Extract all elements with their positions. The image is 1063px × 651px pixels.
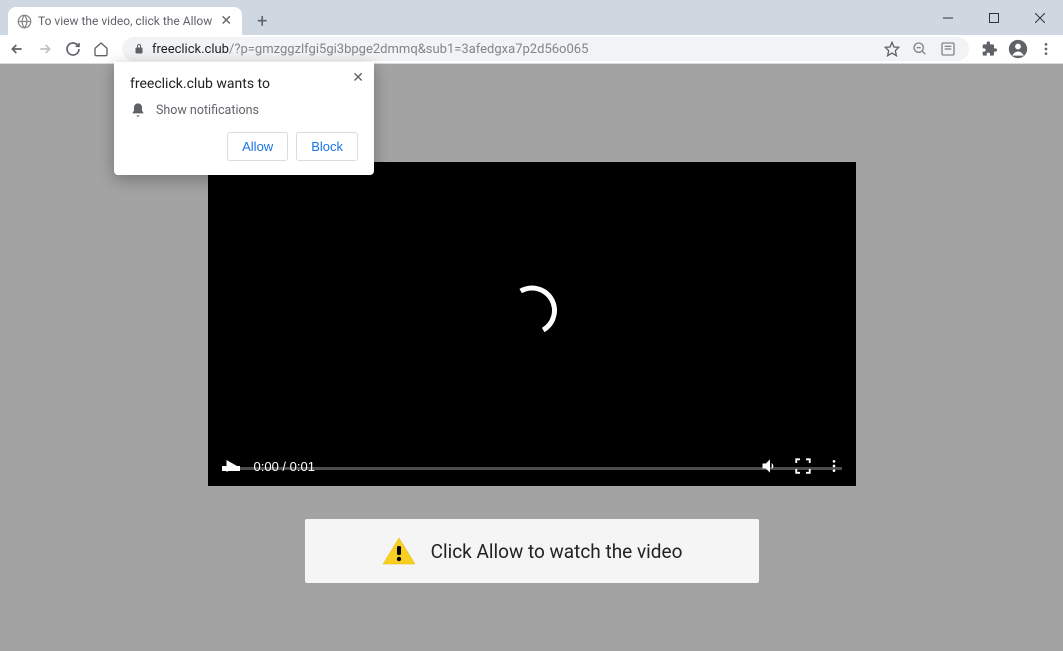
video-player[interactable]: 0:00 / 0:01 bbox=[208, 162, 856, 486]
warning-icon bbox=[381, 536, 417, 566]
address-bar[interactable]: freeclick.club/?p=gmzggzlfgi5gi3bpge2dmm… bbox=[122, 37, 969, 61]
fullscreen-button[interactable] bbox=[794, 457, 812, 475]
popup-title: freeclick.club wants to bbox=[130, 76, 358, 92]
allow-button[interactable]: Allow bbox=[227, 132, 288, 161]
video-controls: 0:00 / 0:01 bbox=[208, 446, 856, 486]
globe-icon bbox=[16, 13, 32, 29]
bell-icon bbox=[130, 102, 146, 118]
back-button[interactable] bbox=[6, 38, 28, 60]
video-time-display: 0:00 / 0:01 bbox=[254, 459, 315, 474]
video-more-icon[interactable] bbox=[826, 458, 842, 474]
star-icon[interactable] bbox=[881, 38, 903, 60]
maximize-button[interactable] bbox=[971, 0, 1017, 35]
page-content: 0:00 / 0:01 Click Allow to watch the vid… bbox=[0, 64, 1063, 651]
browser-tab[interactable]: To view the video, click the Allow ✕ bbox=[8, 7, 242, 35]
play-button[interactable] bbox=[222, 457, 240, 475]
block-button[interactable]: Block bbox=[296, 132, 358, 161]
reload-button[interactable] bbox=[62, 38, 84, 60]
reader-icon[interactable] bbox=[937, 38, 959, 60]
close-popup-icon[interactable]: ✕ bbox=[352, 70, 364, 86]
zoom-icon[interactable] bbox=[909, 38, 931, 60]
minimize-button[interactable] bbox=[925, 0, 971, 35]
permission-label: Show notifications bbox=[156, 103, 259, 118]
close-tab-icon[interactable]: ✕ bbox=[218, 13, 234, 29]
home-button[interactable] bbox=[90, 38, 112, 60]
message-text: Click Allow to watch the video bbox=[431, 540, 683, 563]
menu-icon[interactable] bbox=[1035, 38, 1057, 60]
tab-title: To view the video, click the Allow bbox=[38, 14, 212, 28]
toolbar: freeclick.club/?p=gmzggzlfgi5gi3bpge2dmm… bbox=[0, 35, 1063, 64]
volume-button[interactable] bbox=[760, 456, 780, 476]
notification-permission-popup: ✕ freeclick.club wants to Show notificat… bbox=[114, 62, 374, 175]
loading-spinner-icon bbox=[507, 286, 557, 356]
extensions-icon[interactable] bbox=[979, 38, 1001, 60]
tab-bar: To view the video, click the Allow ✕ + bbox=[0, 6, 1063, 35]
close-window-button[interactable] bbox=[1017, 0, 1063, 35]
profile-icon[interactable] bbox=[1007, 38, 1029, 60]
url-text: freeclick.club/?p=gmzggzlfgi5gi3bpge2dmm… bbox=[152, 42, 875, 57]
forward-button[interactable] bbox=[34, 38, 56, 60]
new-tab-button[interactable]: + bbox=[248, 7, 276, 35]
message-box: Click Allow to watch the video bbox=[305, 519, 759, 583]
lock-icon bbox=[132, 42, 146, 56]
